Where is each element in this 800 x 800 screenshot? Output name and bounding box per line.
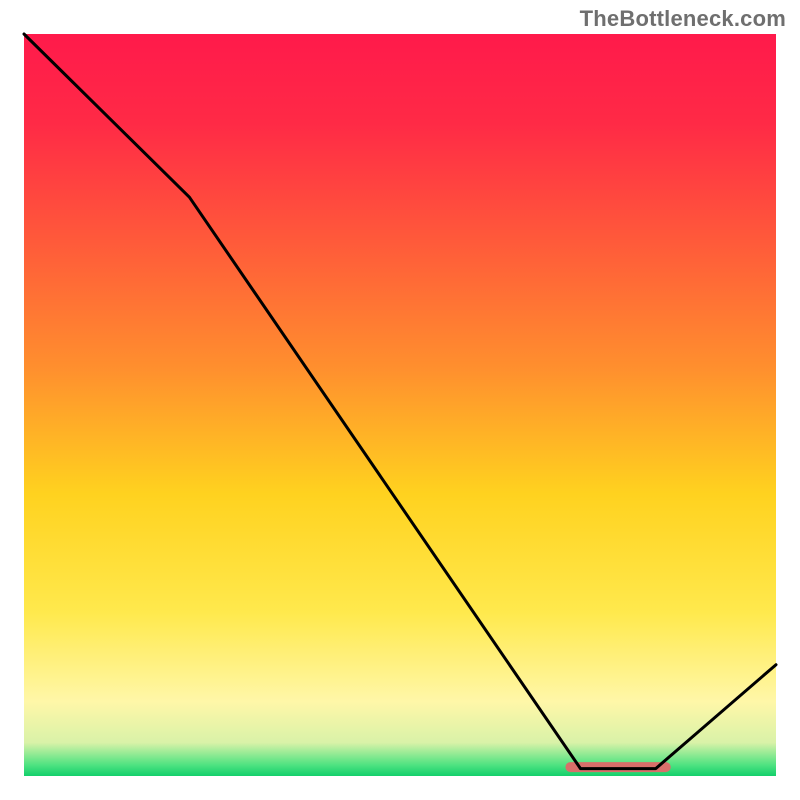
chart-container: TheBottleneck.com: [0, 0, 800, 800]
bottleneck-chart: [0, 0, 800, 800]
watermark-text: TheBottleneck.com: [580, 6, 786, 32]
